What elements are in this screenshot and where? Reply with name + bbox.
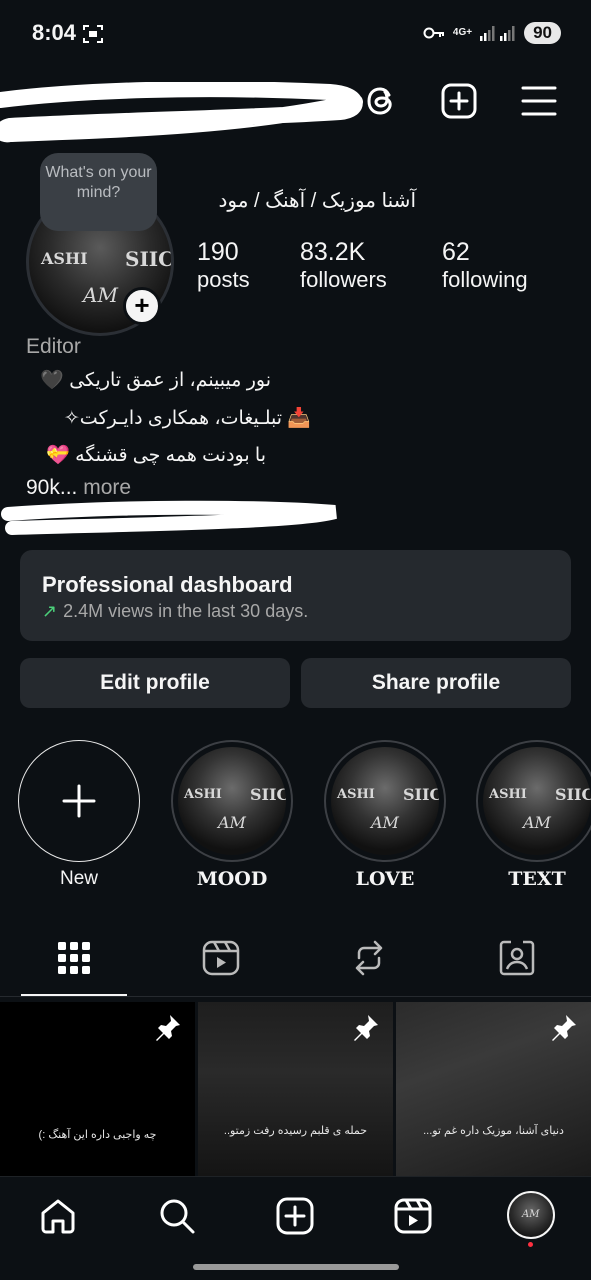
redaction-scribble [0, 82, 363, 143]
threads-icon[interactable] [362, 82, 400, 120]
create-post-icon[interactable] [440, 82, 478, 120]
post-thumbnail[interactable]: دنیای آشنا، موزیک داره غم تو... [396, 1002, 591, 1176]
edit-profile-button[interactable]: Edit profile [20, 658, 290, 708]
search-icon[interactable] [157, 1196, 197, 1236]
bio-truncated-text: 90k... [26, 476, 78, 499]
cover-text-right: SIIC [403, 785, 439, 804]
highlight-love[interactable]: ASHI SIIC AM [324, 740, 446, 862]
highlight-text[interactable]: ASHI SIIC AM [476, 740, 591, 862]
profile-avatar-nav[interactable]: AM [507, 1191, 555, 1239]
bio-more-row[interactable]: 90k... more [26, 476, 131, 500]
nav-avatar-text: AM [522, 1209, 540, 1220]
screen-record-icon [83, 25, 103, 43]
followers-label: followers [300, 267, 387, 292]
highlight-cover: ASHI SIIC AM [178, 747, 286, 855]
dashboard-subtitle: 2.4M views in the last 30 days. [63, 601, 309, 621]
menu-icon[interactable] [520, 82, 558, 120]
tab-divider [0, 996, 591, 997]
notification-dot [528, 1242, 533, 1247]
home-icon[interactable] [38, 1196, 78, 1236]
avatar-text-right: SIIC [125, 247, 174, 271]
pin-icon [552, 1015, 576, 1041]
highlight-label: LOVE [355, 868, 415, 890]
highlight-label: MOOD [196, 868, 268, 890]
highlight-label: TEXT [508, 868, 566, 890]
cover-text-left: ASHI [337, 787, 375, 802]
home-indicator[interactable] [193, 1264, 399, 1270]
battery-level: 90 [524, 22, 561, 44]
highlight-cover: ASHI SIIC AM [331, 747, 439, 855]
cover-text-right: SIIC [250, 785, 286, 804]
reels-icon[interactable] [201, 938, 241, 978]
avatar-text-center: AM [83, 283, 118, 307]
dashboard-title: Professional dashboard [42, 572, 293, 597]
network-type: 4G+ [452, 27, 473, 38]
highlight-mood[interactable]: ASHI SIIC AM [171, 740, 293, 862]
plus-icon [62, 784, 96, 818]
create-icon[interactable] [275, 1196, 315, 1236]
bio-more-link[interactable]: more [77, 476, 131, 499]
cover-text-center: AM [523, 813, 551, 832]
highlight-cover: ASHI SIIC AM [483, 747, 591, 855]
dashboard-subtitle-row: ↗ 2.4M views in the last 30 days. [42, 601, 308, 622]
followers-count: 83.2K [300, 238, 366, 266]
highlight-label: New [59, 868, 98, 889]
grid-icon[interactable] [54, 938, 94, 978]
post-caption: چه واجبی داره این آهنگ :) [38, 1129, 157, 1141]
reposts-icon[interactable] [349, 938, 389, 978]
post-caption: حمله ی قلبم رسیده رفت زمتو.. [223, 1125, 368, 1137]
tagged-icon[interactable] [497, 938, 537, 978]
bio-line: 📥 تبلـیغات، همکاری دایـرکت✧ [63, 408, 311, 429]
pin-icon [354, 1015, 378, 1041]
post-caption: دنیای آشنا، موزیک داره غم تو... [423, 1125, 564, 1137]
following-label: following [442, 267, 528, 292]
status-icons: 4G+ 90 [423, 22, 561, 44]
add-story-button[interactable]: + [123, 287, 161, 325]
professional-dashboard[interactable]: Professional dashboard ↗ 2.4M views in th… [20, 550, 571, 641]
signal-icon [480, 26, 515, 41]
following-count: 62 [442, 238, 470, 266]
share-profile-button[interactable]: Share profile [301, 658, 571, 708]
post-thumbnail[interactable]: چه واجبی داره این آهنگ :) [0, 1002, 195, 1176]
vpn-key-icon [423, 27, 444, 39]
bio-line: با بودنت همه چی قشنگه 💝 [46, 445, 266, 466]
status-time: 8:04 [32, 20, 77, 45]
trend-up-icon: ↗ [42, 601, 58, 621]
posts-stat[interactable]: 190 posts [197, 238, 250, 293]
note-bubble[interactable]: What's on your mind? [40, 153, 157, 231]
reels-icon[interactable] [393, 1196, 433, 1236]
cover-text-center: AM [371, 813, 399, 832]
redaction-scribble [1, 500, 337, 535]
pin-icon [156, 1015, 180, 1041]
display-name: آشنا موزیک / آهنگ / مود [218, 190, 417, 212]
cover-text-left: ASHI [489, 787, 527, 802]
posts-label: posts [197, 267, 250, 292]
cover-text-left: ASHI [184, 787, 222, 802]
cover-text-right: SIIC [555, 785, 591, 804]
avatar-text-left: ASHI [41, 249, 88, 268]
cover-text-center: AM [218, 813, 246, 832]
followers-stat[interactable]: 83.2K followers [300, 238, 387, 293]
profile-category: Editor [26, 335, 81, 358]
post-thumbnail[interactable]: حمله ی قلبم رسیده رفت زمتو.. [198, 1002, 393, 1176]
bio-line: نور میبینم، از عمق تاریکی 🖤 [40, 370, 271, 391]
posts-count: 190 [197, 238, 239, 266]
new-highlight-button[interactable] [18, 740, 140, 862]
following-stat[interactable]: 62 following [442, 238, 528, 293]
